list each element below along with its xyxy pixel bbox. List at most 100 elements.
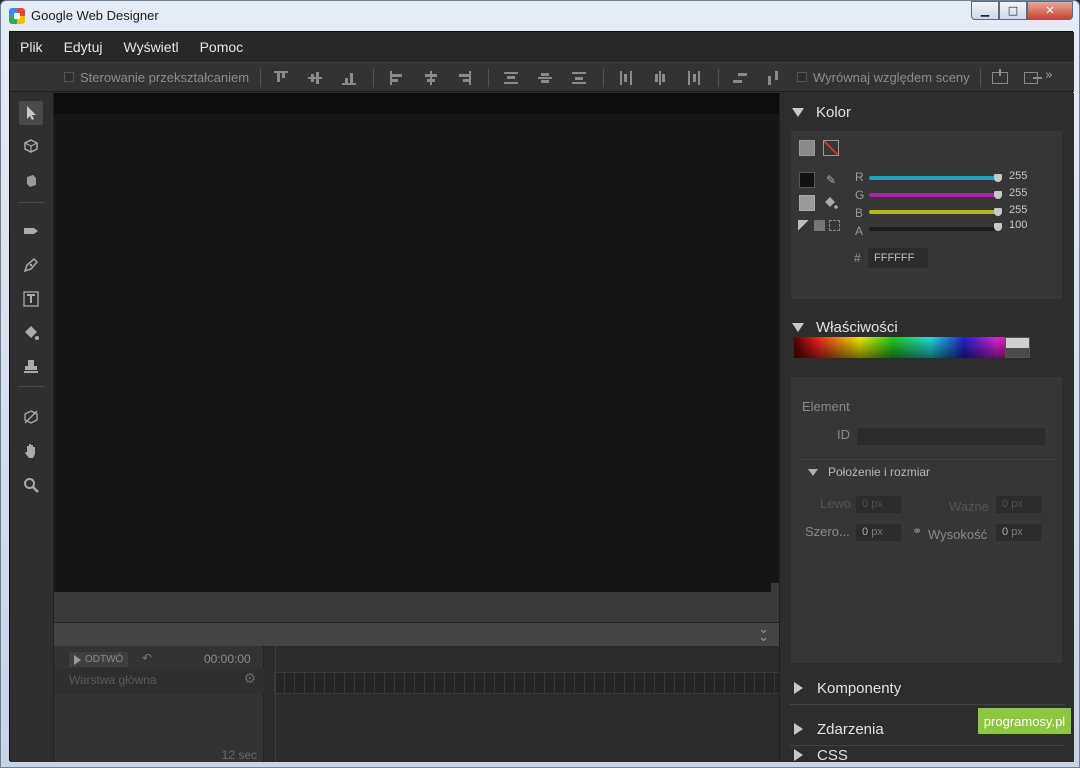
timeline-duration: 12 sec — [221, 748, 257, 762]
components-section-header[interactable]: Komponenty — [780, 673, 1075, 703]
distribute-right-icon[interactable] — [687, 71, 701, 85]
expand-arrow-icon — [794, 682, 803, 694]
window-title: Google Web Designer — [31, 8, 159, 23]
export-icon[interactable] — [1024, 72, 1042, 84]
color-section-header[interactable]: Kolor — [780, 97, 1075, 127]
width-input[interactable]: 0 px — [856, 524, 901, 541]
timeline-track[interactable] — [274, 672, 779, 694]
red-slider[interactable] — [869, 176, 1001, 180]
close-button[interactable]: ✕ — [1027, 1, 1073, 20]
id-input[interactable] — [857, 428, 1045, 445]
link-icon[interactable]: ⚭ — [912, 524, 922, 538]
distribute-bottom-icon[interactable] — [572, 71, 586, 85]
right-panel: Kolor ✎ R 255 G 255 B 255 A 100 # FFFFFF… — [779, 93, 1075, 764]
left-input[interactable]: 0 px — [856, 496, 901, 513]
play-button[interactable]: ODTWÓ — [69, 652, 129, 667]
layer-name: Warstwa główna — [69, 673, 157, 687]
stage-header — [54, 93, 779, 114]
alpha-slider-handle[interactable] — [994, 223, 1002, 231]
css-section-title: CSS — [817, 746, 848, 764]
green-slider-handle[interactable] — [994, 191, 1002, 199]
stroke-color-swatch[interactable] — [799, 172, 815, 188]
transform-controls-checkbox[interactable] — [64, 72, 74, 82]
menu-file[interactable]: Plik — [20, 39, 43, 55]
alpha-value[interactable]: 100 — [1009, 219, 1027, 231]
solid-color-swatch[interactable] — [799, 140, 815, 156]
position-size-header[interactable]: Położenie i rozmiar — [808, 465, 930, 479]
loop-icon[interactable]: ↶ — [142, 651, 152, 665]
align-horizontal-center-icon[interactable] — [424, 71, 438, 85]
blue-value[interactable]: 255 — [1009, 204, 1027, 216]
stage-canvas[interactable] — [54, 114, 779, 592]
divider — [802, 459, 1055, 460]
red-slider-handle[interactable] — [994, 174, 1002, 182]
nest-icon[interactable] — [992, 69, 1008, 84]
alpha-channel-label: A — [855, 224, 864, 238]
fill-color-swatch[interactable] — [799, 195, 815, 211]
align-to-scene-checkbox[interactable] — [797, 72, 807, 82]
gradient-mode-icon[interactable] — [829, 220, 840, 231]
default-colors-icon[interactable] — [814, 220, 825, 231]
paint-bucket-icon[interactable] — [823, 195, 839, 211]
align-vertical-center-icon[interactable] — [308, 71, 322, 85]
green-channel-label: G — [855, 188, 865, 202]
pen-tool-icon[interactable] — [19, 253, 43, 277]
stamp-tool-icon[interactable] — [19, 355, 43, 379]
fill-tool-icon[interactable] — [19, 321, 43, 345]
layer-row[interactable]: Warstwa główna ⚙ — [54, 668, 264, 694]
3d-transform-tool-icon[interactable] — [19, 405, 43, 429]
selection-tool-icon[interactable] — [19, 101, 43, 125]
stage-resize-handle[interactable] — [771, 583, 779, 592]
tag-tool-icon[interactable] — [19, 219, 43, 243]
distribute-vertical-center-icon[interactable] — [538, 71, 552, 85]
tools-panel — [10, 93, 54, 762]
zoom-tool-icon[interactable] — [19, 473, 43, 497]
collapse-arrow-icon — [808, 468, 818, 476]
maximize-button[interactable]: □ — [999, 1, 1027, 20]
space-vertical-icon[interactable] — [733, 71, 747, 85]
minimize-button[interactable]: ▁ — [971, 1, 999, 20]
no-color-swatch[interactable] — [823, 140, 839, 156]
menu-help[interactable]: Pomoc — [200, 39, 244, 55]
align-right-icon[interactable] — [457, 71, 471, 85]
distribute-left-icon[interactable] — [619, 71, 633, 85]
height-input[interactable]: 0 px — [996, 524, 1041, 541]
gear-icon[interactable]: ⚙ — [243, 671, 256, 687]
overflow-chevron-icon[interactable]: » — [1045, 68, 1053, 83]
expand-arrow-icon — [794, 723, 803, 735]
green-value[interactable]: 255 — [1009, 187, 1027, 199]
hex-input[interactable]: FFFFFF — [868, 248, 928, 268]
toolbar-divider — [603, 69, 604, 87]
width-label: Szero... — [805, 524, 850, 539]
3d-rotation-tool-icon[interactable] — [19, 135, 43, 159]
alignment-toolbar: Sterowanie przekształcaniem Wyrównaj wzg… — [10, 62, 1074, 92]
alpha-slider[interactable] — [869, 227, 1001, 231]
eyedropper-icon[interactable]: ✎ — [823, 172, 839, 188]
blue-slider[interactable] — [869, 210, 1001, 214]
menu-edit[interactable]: Edytuj — [64, 39, 103, 55]
align-bottom-icon[interactable] — [342, 71, 356, 85]
play-label: ODTWÓ — [85, 654, 124, 665]
align-top-icon[interactable] — [274, 71, 288, 85]
title-bar[interactable]: Google Web Designer ▁ □ ✕ — [1, 1, 1079, 31]
properties-section-header[interactable]: Właściwości — [780, 312, 1075, 342]
distribute-horizontal-center-icon[interactable] — [653, 71, 667, 85]
double-chevron-down-icon[interactable]: ⌄ ⌄ — [758, 623, 769, 644]
hand-tool-icon[interactable] — [19, 439, 43, 463]
blue-slider-handle[interactable] — [994, 208, 1002, 216]
divider — [790, 704, 1065, 705]
space-horizontal-icon[interactable] — [766, 71, 780, 85]
collapse-arrow-icon — [792, 322, 804, 332]
green-slider[interactable] — [869, 193, 1001, 197]
align-left-icon[interactable] — [390, 71, 404, 85]
distribute-top-icon[interactable] — [504, 71, 518, 85]
timeline-time: 00:00:00 — [204, 652, 251, 666]
3d-translation-tool-icon[interactable] — [19, 169, 43, 193]
swap-colors-icon[interactable] — [798, 220, 809, 231]
timeline-playhead[interactable] — [275, 646, 276, 762]
menu-view[interactable]: Wyświetl — [123, 39, 178, 55]
text-tool-icon[interactable] — [19, 287, 43, 311]
top-input[interactable]: 0 px — [996, 496, 1041, 513]
red-value[interactable]: 255 — [1009, 170, 1027, 182]
timeline-collapse-bar: ⌄ ⌄ — [54, 622, 779, 646]
